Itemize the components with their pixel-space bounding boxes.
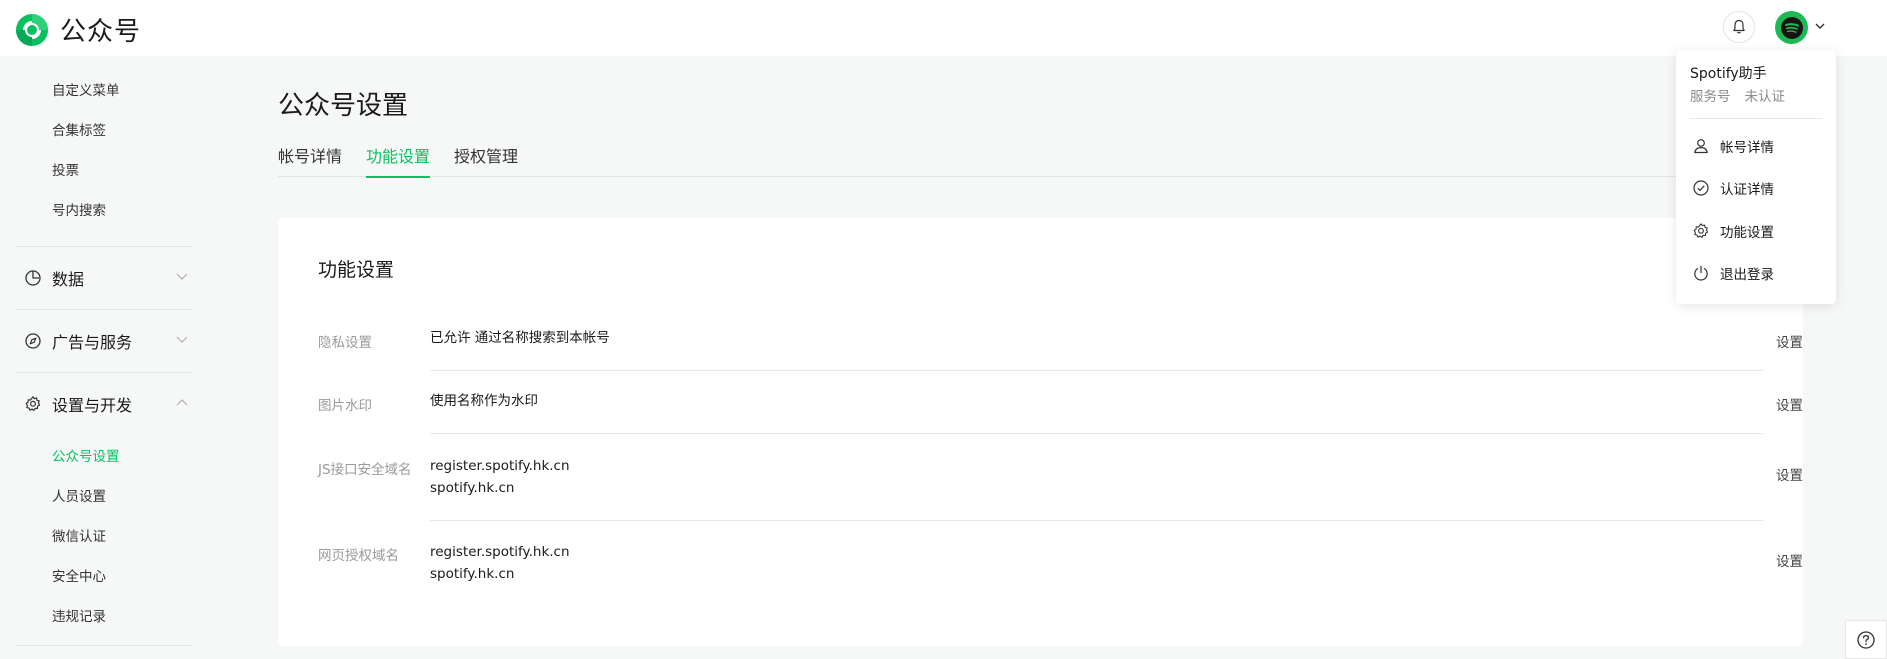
sidebar-item-vote[interactable]: 投票 [52, 159, 79, 179]
account-avatar[interactable] [1775, 11, 1808, 44]
setting-label: JS接口安全域名 [318, 462, 412, 478]
menu-item-account-details[interactable]: 帐号详情 [1692, 135, 1774, 157]
page-title: 公众号设置 [278, 91, 409, 121]
gear-icon [1692, 222, 1710, 240]
sidebar-divider [16, 246, 192, 247]
tab-account-details[interactable]: 帐号详情 [278, 143, 342, 177]
question-circle-icon [1857, 630, 1875, 649]
setting-label: 网页授权域名 [318, 548, 399, 564]
sidebar-item-violation-records[interactable]: 违规记录 [52, 605, 106, 625]
sidebar-item-custom-menu[interactable]: 自定义菜单 [52, 79, 120, 99]
dropdown-divider [1690, 118, 1822, 119]
account-dropdown-menu: Spotify助手 服务号 未认证 帐号详情 认证详情 功能设置 退出登录 [1676, 50, 1836, 304]
setting-value-line: 已允许 通过名称搜索到本帐号 [430, 330, 610, 346]
menu-item-label: 功能设置 [1720, 225, 1774, 241]
setting-value-line: register.spotify.hk.cn [430, 458, 570, 474]
feature-settings-card: 功能设置 隐私设置 已允许 通过名称搜索到本帐号 设置 图片水印 使用名称作为水… [278, 218, 1803, 646]
logo[interactable]: 公众号 [14, 11, 141, 48]
help-button[interactable] [1845, 620, 1887, 659]
tab-bar: 帐号详情 功能设置 授权管理 [278, 143, 1767, 178]
setting-value-line: register.spotify.hk.cn [430, 544, 570, 560]
sidebar-group-label: 数据 [52, 270, 85, 289]
sidebar-group-data[interactable]: 数据 [24, 266, 189, 290]
sidebar-group-label: 设置与开发 [52, 396, 133, 415]
setting-value-line: spotify.hk.cn [430, 480, 515, 496]
pie-chart-icon [24, 269, 42, 287]
tab-authorization[interactable]: 授权管理 [454, 143, 518, 177]
gear-icon [24, 395, 42, 413]
sidebar-divider [16, 309, 192, 310]
row-divider [430, 433, 1763, 434]
js-domain-settings-link[interactable]: 设置 [1776, 464, 1803, 484]
setting-label: 图片水印 [318, 398, 372, 414]
wechat-mp-logo-icon [16, 13, 48, 46]
sidebar-divider [16, 645, 192, 646]
sidebar-item-collection-tags[interactable]: 合集标签 [52, 119, 106, 139]
sidebar-group-settings-dev[interactable]: 设置与开发 [24, 392, 189, 416]
compass-icon [24, 332, 42, 350]
menu-item-verification-details[interactable]: 认证详情 [1692, 177, 1774, 199]
setting-value: 使用名称作为水印 [430, 390, 538, 412]
setting-label: 隐私设置 [318, 335, 372, 351]
account-type: 服务号 [1690, 89, 1731, 105]
web-auth-domain-settings-link[interactable]: 设置 [1776, 550, 1803, 570]
setting-value-line: 使用名称作为水印 [430, 393, 538, 409]
tab-feature-settings[interactable]: 功能设置 [366, 143, 431, 178]
chevron-up-icon [176, 399, 188, 406]
sidebar-divider [16, 372, 192, 373]
power-icon [1692, 264, 1710, 282]
sidebar-item-staff-settings[interactable]: 人员设置 [52, 485, 106, 505]
setting-value: register.spotify.hk.cn spotify.hk.cn [430, 541, 570, 585]
menu-item-feature-settings[interactable]: 功能设置 [1692, 220, 1774, 242]
user-icon [1692, 137, 1710, 155]
setting-value: register.spotify.hk.cn spotify.hk.cn [430, 455, 570, 499]
privacy-settings-link[interactable]: 设置 [1776, 331, 1803, 351]
sidebar-item-security-center[interactable]: 安全中心 [52, 565, 106, 585]
sidebar-item-wechat-verification[interactable]: 微信认证 [52, 525, 106, 545]
chevron-down-icon[interactable] [1814, 21, 1826, 31]
menu-item-label: 帐号详情 [1720, 140, 1774, 156]
sidebar-group-ads-services[interactable]: 广告与服务 [24, 329, 189, 353]
card-title: 功能设置 [318, 259, 395, 281]
top-bar: 公众号 [0, 0, 1887, 56]
row-divider [430, 370, 1763, 371]
verification-status: 未认证 [1744, 89, 1786, 105]
watermark-settings-link[interactable]: 设置 [1776, 394, 1803, 414]
row-divider [430, 520, 1763, 521]
menu-item-label: 退出登录 [1720, 267, 1774, 283]
menu-item-label: 认证详情 [1720, 182, 1774, 198]
chevron-down-icon [176, 273, 188, 280]
check-circle-icon [1692, 179, 1710, 197]
setting-value-line: spotify.hk.cn [430, 566, 515, 582]
brand-name: 公众号 [60, 17, 142, 47]
sidebar: 自定义菜单 合集标签 投票 号内搜索 数据 广告与服务 设置与开发 公众号设置 … [0, 56, 195, 659]
setting-value: 已允许 通过名称搜索到本帐号 [430, 327, 610, 349]
chevron-down-icon [176, 336, 188, 343]
spotify-logo-icon [1780, 16, 1803, 39]
sidebar-item-account-settings[interactable]: 公众号设置 [52, 445, 120, 465]
sidebar-group-label: 广告与服务 [52, 333, 133, 352]
account-name: Spotify助手 [1690, 66, 1767, 82]
sidebar-item-in-account-search[interactable]: 号内搜索 [52, 199, 106, 219]
bell-icon [1733, 19, 1745, 34]
menu-item-logout[interactable]: 退出登录 [1692, 262, 1774, 284]
notifications-button[interactable] [1723, 11, 1755, 43]
account-meta: 服务号 未认证 [1690, 85, 1785, 105]
